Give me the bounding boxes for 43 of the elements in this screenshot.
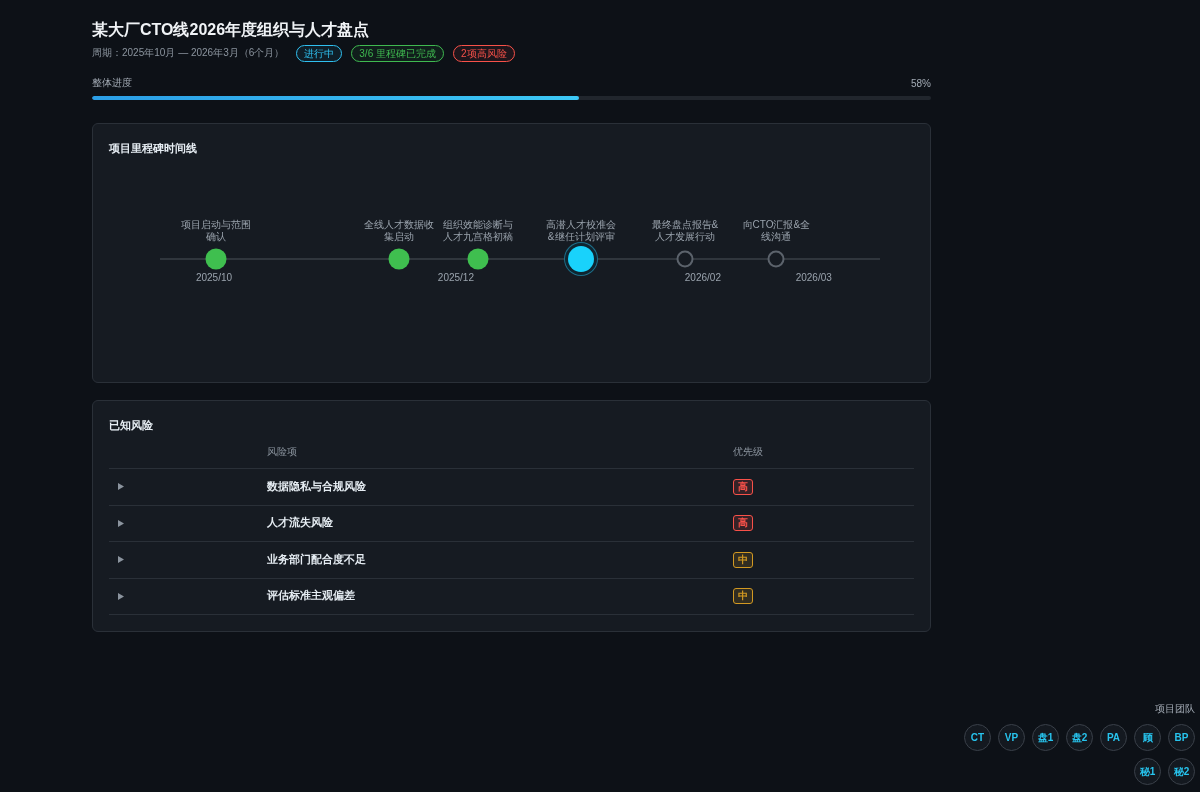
table-cell-text: 人才流失风险 <box>267 516 334 531</box>
column-header: 优先级 <box>733 444 764 459</box>
milestone-label: 组织效能诊断与人才九宫格初稿 <box>442 219 515 243</box>
caret-icon[interactable] <box>118 483 124 491</box>
member-avatar: VP <box>998 724 1025 751</box>
page-title: 某大厂CTO线2026年度组织与人才盘点 <box>92 20 371 40</box>
member-avatar: CT <box>964 724 991 751</box>
table-cell-text: 评估标准主观偏差 <box>267 589 356 604</box>
caret-icon[interactable] <box>118 556 124 564</box>
milestone-label: 全线人才数据收集启动 <box>363 219 436 243</box>
member-avatar: 秘2 <box>1168 758 1195 785</box>
member-avatar: BP <box>1168 724 1195 751</box>
caret-icon[interactable] <box>118 519 124 527</box>
priority-badge: 高 <box>733 515 753 532</box>
date-label: 2025/12 <box>437 272 474 284</box>
milestone-label: 向CTO汇报&全线沟通 <box>741 219 812 243</box>
progress-label: 整体进度 <box>92 76 132 90</box>
team-label: 项目团队 <box>1155 702 1195 716</box>
status-badge: 3/6 里程碑已完成 <box>351 44 444 62</box>
table-cell-text: 数据隐私与合规风险 <box>267 479 367 494</box>
milestone-label: 高潜人才校准会&继任计划评审 <box>545 219 618 243</box>
progress-percent: 58% <box>911 77 931 89</box>
milestone-label: 项目启动与范围确认 <box>180 219 253 243</box>
caret-icon[interactable] <box>118 592 124 600</box>
member-avatar: 盘2 <box>1066 724 1093 751</box>
status-badge: 进行中 <box>296 44 343 62</box>
column-header: 风险项 <box>267 444 298 459</box>
member-avatar: PA <box>1100 724 1127 751</box>
period-text: 周期：2025年10月 — 2026年3月（6个月） <box>92 46 285 60</box>
section-title: 已知风险 <box>109 418 154 433</box>
member-avatar: 顾 <box>1134 724 1161 751</box>
status-badge: 2项高风险 <box>453 44 515 62</box>
section-title: 项目里程碑时间线 <box>109 141 198 156</box>
date-label: 2025/10 <box>195 272 233 284</box>
member-avatar: 盘1 <box>1032 724 1059 751</box>
table-cell-text: 业务部门配合度不足 <box>267 552 367 567</box>
priority-badge: 高 <box>733 478 753 495</box>
priority-badge: 中 <box>733 588 753 605</box>
member-avatar: 秘1 <box>1134 758 1161 785</box>
milestone-label: 最终盘点报告&人才发展行动 <box>650 219 720 243</box>
priority-badge: 中 <box>733 551 753 568</box>
date-label: 2026/03 <box>795 272 832 284</box>
date-label: 2026/02 <box>684 272 721 284</box>
